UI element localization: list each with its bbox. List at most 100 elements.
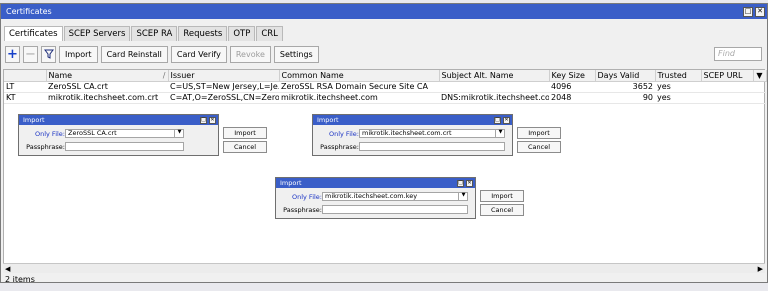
passphrase-label: Passphrase: — [283, 206, 322, 214]
import-button[interactable]: Import — [59, 45, 98, 63]
scroll-right-icon[interactable]: ▶ — [758, 264, 763, 274]
import-button[interactable]: Import — [517, 127, 561, 139]
cell-scep-url — [701, 92, 753, 104]
dialog-titlebar[interactable]: Import □ ✕ — [276, 178, 475, 188]
card-reinstall-button[interactable]: Card Reinstall — [100, 45, 168, 63]
cell-days-valid: 90 — [595, 92, 655, 104]
cell-issuer: C=US,ST=New Jersey,L=Je... — [168, 81, 279, 93]
card-verify-button[interactable]: Card Verify — [170, 45, 227, 63]
maximize-icon[interactable]: □ — [494, 116, 501, 124]
table-row[interactable]: KT mikrotik.itechsheet.com.crt C=AT,O=Ze… — [4, 92, 766, 104]
dropdown-arrow-icon[interactable]: ▼ — [458, 192, 468, 201]
column-header-subject-alt-name[interactable]: Subject Alt. Name — [439, 70, 550, 82]
import-button[interactable]: Import — [480, 190, 524, 202]
close-icon[interactable]: ✕ — [466, 179, 473, 187]
cell-name: ZeroSSL CA.crt — [46, 81, 168, 93]
tab-scep-ra[interactable]: SCEP RA — [131, 26, 178, 41]
cell-subject-alt-name — [439, 81, 549, 93]
triangle-down-icon: ▼ — [756, 70, 763, 80]
table-row[interactable]: LT ZeroSSL CA.crt C=US,ST=New Jersey,L=J… — [4, 81, 766, 93]
horizontal-scrollbar[interactable]: ◀ ▶ — [3, 263, 765, 273]
cell-scep-url — [701, 81, 753, 93]
add-button[interactable]: + — [5, 45, 20, 63]
passphrase-input[interactable] — [359, 142, 505, 151]
column-header-flags[interactable] — [4, 70, 47, 82]
tab-scep-servers[interactable]: SCEP Servers — [63, 26, 131, 41]
only-file-select[interactable]: ZeroSSL CA.crt — [65, 129, 184, 138]
toolbar: + − Import Card Reinstall Card Verify Re… — [5, 45, 322, 63]
column-header-trusted[interactable]: Trusted — [655, 70, 702, 82]
maximize-icon[interactable]: □ — [743, 6, 753, 17]
column-header-key-size[interactable]: Key Size — [549, 70, 596, 82]
tab-otp[interactable]: OTP — [228, 26, 256, 41]
column-header-name-label: Name — [48, 70, 73, 80]
column-header-days-valid[interactable]: Days Valid — [595, 70, 656, 82]
cell-issuer: C=AT,O=ZeroSSL,CN=Zero... — [168, 92, 279, 104]
minus-icon: − — [25, 46, 36, 62]
cancel-button[interactable]: Cancel — [480, 204, 524, 216]
column-header-issuer[interactable]: Issuer — [168, 70, 280, 82]
import-dialog: Import □ ✕ Only File: mikrotik.itechshee… — [275, 177, 524, 219]
settings-button[interactable]: Settings — [273, 45, 319, 63]
filter-button[interactable] — [41, 45, 56, 63]
cell-subject-alt-name: DNS:mikrotik.itechsheet.com — [439, 92, 549, 104]
dialog-titlebar[interactable]: Import □ ✕ — [313, 115, 512, 125]
scroll-left-icon[interactable]: ◀ — [5, 264, 10, 274]
sort-icon: / — [162, 70, 166, 80]
cell-key-size: 2048 — [549, 92, 595, 104]
dialog-title: Import — [280, 179, 302, 187]
cell-flags: KT — [4, 92, 46, 104]
import-button[interactable]: Import — [223, 127, 267, 139]
tab-requests[interactable]: Requests — [178, 26, 228, 41]
import-dialog: Import □ ✕ Only File: mikrotik.itechshee… — [312, 114, 561, 156]
dropdown-arrow-icon[interactable]: ▼ — [174, 129, 184, 138]
passphrase-label: Passphrase: — [26, 143, 65, 151]
cell-name: mikrotik.itechsheet.com.crt — [46, 92, 168, 104]
maximize-icon[interactable]: □ — [200, 116, 207, 124]
tab-bar: Certificates SCEP Servers SCEP RA Reques… — [4, 26, 284, 41]
tab-certificates[interactable]: Certificates — [4, 26, 63, 41]
plus-icon: + — [7, 46, 18, 62]
revoke-button[interactable]: Revoke — [229, 45, 271, 63]
only-file-label: Only File: — [291, 193, 322, 201]
cancel-button[interactable]: Cancel — [517, 141, 561, 153]
filter-icon — [43, 49, 54, 59]
maximize-icon[interactable]: □ — [457, 179, 464, 187]
column-header-common-name[interactable]: Common Name — [279, 70, 440, 82]
cell-common-name: ZeroSSL RSA Domain Secure Site CA — [279, 81, 439, 93]
cell-trusted: yes — [655, 81, 701, 93]
cancel-button[interactable]: Cancel — [223, 141, 267, 153]
passphrase-input[interactable] — [65, 142, 184, 151]
close-icon[interactable]: ✕ — [209, 116, 216, 124]
remove-button[interactable]: − — [23, 45, 38, 63]
dialog-title: Import — [317, 116, 339, 124]
window-titlebar[interactable]: Certificates □ ✕ — [1, 4, 767, 19]
certificates-window: Certificates □ ✕ Certificates SCEP Serve… — [0, 3, 768, 284]
only-file-select[interactable]: mikrotik.itechsheet.com.key — [322, 192, 468, 201]
only-file-label: Only File: — [328, 130, 359, 138]
certificates-table: Name / Issuer Common Name Subject Alt. Na… — [3, 69, 767, 264]
column-menu-button[interactable]: ▼ — [753, 70, 767, 82]
close-icon[interactable]: ✕ — [503, 116, 510, 124]
cell-trusted: yes — [655, 92, 701, 104]
cell-common-name: mikrotik.itechsheet.com — [279, 92, 439, 104]
cell-spacer — [753, 92, 766, 104]
column-header-scep-url[interactable]: SCEP URL — [701, 70, 754, 82]
tab-crl[interactable]: CRL — [256, 26, 283, 41]
dropdown-arrow-icon[interactable]: ▼ — [495, 129, 505, 138]
cell-days-valid: 3652 — [595, 81, 655, 93]
window-title: Certificates — [6, 7, 52, 16]
import-dialog: Import □ ✕ Only File: ZeroSSL CA.crt ▼ P… — [18, 114, 267, 156]
close-icon[interactable]: ✕ — [755, 6, 765, 17]
only-file-label: Only File: — [34, 130, 65, 138]
cell-key-size: 4096 — [549, 81, 595, 93]
only-file-select[interactable]: mikrotik.itechsheet.com.crt — [359, 129, 505, 138]
cell-flags: LT — [4, 81, 46, 93]
find-input[interactable]: Find — [714, 47, 762, 61]
dialog-titlebar[interactable]: Import □ ✕ — [19, 115, 218, 125]
dialog-title: Import — [23, 116, 45, 124]
table-header: Name / Issuer Common Name Subject Alt. Na… — [4, 70, 767, 82]
column-header-name[interactable]: Name / — [46, 70, 169, 82]
passphrase-input[interactable] — [322, 205, 468, 214]
status-bar: 2 items — [5, 275, 35, 284]
